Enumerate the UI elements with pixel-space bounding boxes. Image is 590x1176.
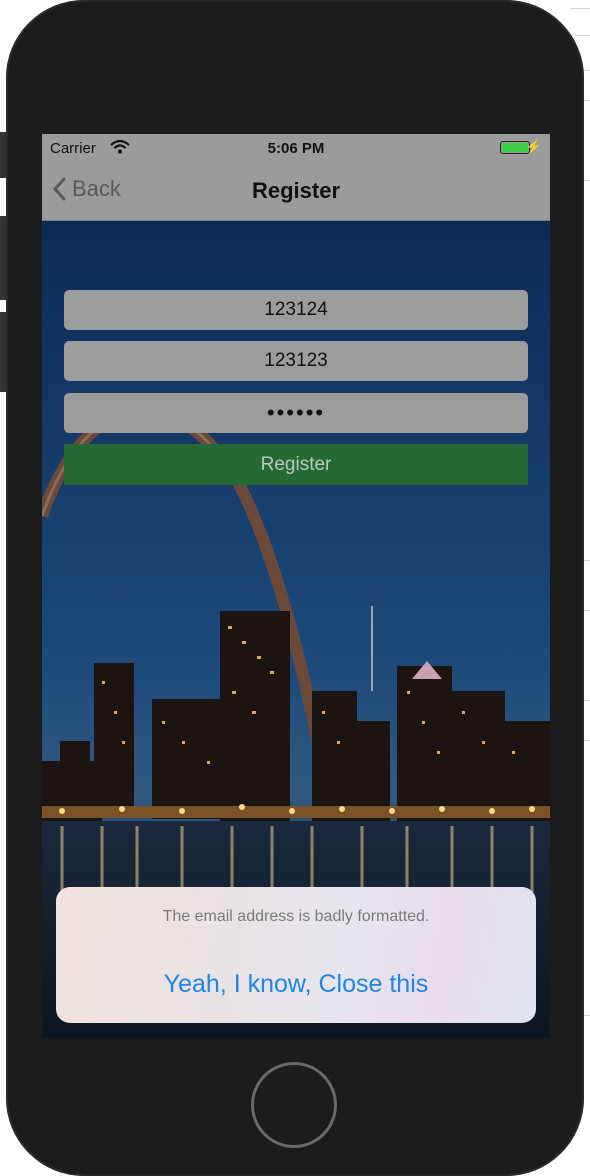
charging-bolt-icon: ⚡ <box>525 139 542 154</box>
register-button[interactable]: Register <box>64 444 528 485</box>
status-bar: Carrier 5:06 PM ⚡ <box>42 134 550 162</box>
alert-close-button[interactable]: Yeah, I know, Close this <box>56 970 536 999</box>
page-title: Register <box>251 178 341 203</box>
email-field[interactable]: 123124 <box>64 290 528 330</box>
username-field[interactable]: 123123 <box>64 341 528 381</box>
password-field[interactable]: •••••• <box>64 393 528 433</box>
clock: 5:06 PM <box>267 140 325 157</box>
home-button[interactable] <box>251 1062 337 1148</box>
app-screen: Carrier 5:06 PM ⚡ Back Register 123124 1… <box>42 134 550 1038</box>
navigation-bar: Back Register <box>42 162 550 221</box>
alert-message: The email address is badly formatted. <box>162 908 430 925</box>
error-alert-dialog: The email address is badly formatted. Ye… <box>56 887 536 1023</box>
